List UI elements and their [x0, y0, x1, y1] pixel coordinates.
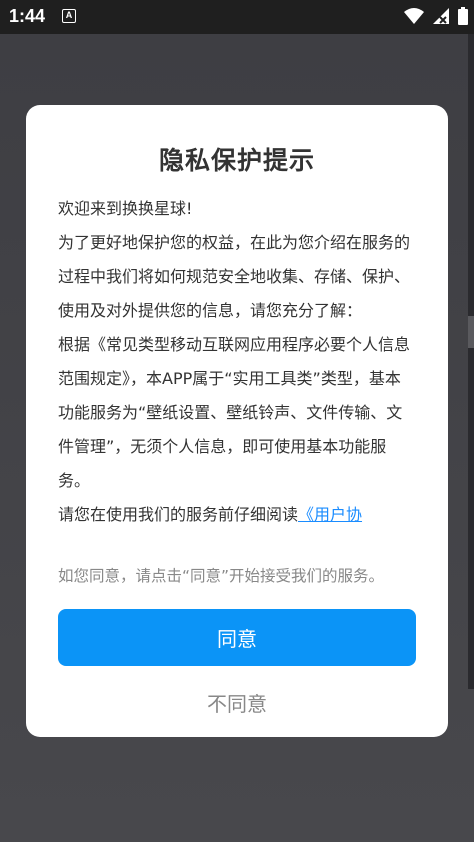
status-bar: 1:44 A — [0, 0, 474, 34]
read-prompt-text: 请您在使用我们的服务前仔细阅读 — [58, 505, 299, 524]
scrollbar-thumb[interactable] — [468, 316, 474, 348]
battery-icon — [458, 7, 468, 25]
welcome-text: 欢迎来到换换星球! — [58, 199, 193, 218]
dialog-title: 隐私保护提示 — [158, 146, 315, 175]
notification-icon: A — [62, 9, 76, 23]
status-icons — [400, 7, 468, 26]
disagree-button[interactable]: 不同意 — [58, 683, 416, 721]
wifi-icon — [403, 8, 424, 24]
privacy-dialog: 隐私保护提示 欢迎来到换换星球! 为了更好地保护您的权益，在此为您介绍在服务的过… — [26, 105, 448, 737]
read-prompt: 请您在使用我们的服务前仔细阅读《用户协 — [58, 498, 416, 532]
intro-text: 为了更好地保护您的权益，在此为您介绍在服务的过程中我们将如何规范安全地收集、存储… — [58, 233, 411, 320]
agree-button[interactable]: 同意 — [58, 609, 416, 666]
signal-icon — [432, 8, 449, 24]
basis-text: 根据《常见类型移动互联网应用程序必要个人信息范围规定》，本APP属于“实用工具类… — [58, 335, 411, 490]
user-agreement-link[interactable]: 《用户协 — [298, 505, 362, 524]
dialog-body[interactable]: 欢迎来到换换星球! 为了更好地保护您的权益，在此为您介绍在服务的过程中我们将如何… — [58, 192, 416, 532]
consent-hint: 如您同意，请点击“同意”开始接受我们的服务。 — [58, 567, 385, 585]
scrollbar-track — [468, 34, 474, 689]
status-time: 1:44 — [9, 6, 46, 26]
